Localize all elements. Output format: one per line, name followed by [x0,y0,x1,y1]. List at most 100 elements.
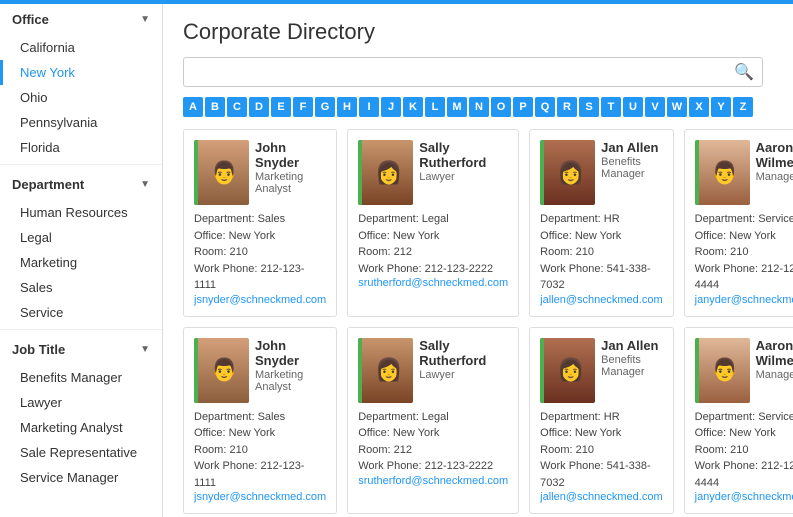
sidebar-section-department[interactable]: Department▼ [0,169,162,200]
alpha-btn-N[interactable]: N [469,97,489,117]
alpha-btn-F[interactable]: F [293,97,313,117]
sidebar-item-sales[interactable]: Sales [0,275,162,300]
alpha-btn-O[interactable]: O [491,97,511,117]
face-placeholder: 👩 [358,140,413,205]
main-content: Corporate Directory 🔍 ABCDEFGHIJKLMNOPQR… [163,4,793,517]
sidebar-item-new-york[interactable]: New York [0,60,162,85]
person-card: 👨 Aaron Wilmes Manager Department: Servi… [684,129,793,317]
avatar: 👩 [358,140,413,205]
alpha-btn-S[interactable]: S [579,97,599,117]
card-jobtitle: Marketing Analyst [255,171,326,195]
card-jobtitle: Benefits Manager [601,354,662,378]
alpha-btn-C[interactable]: C [227,97,247,117]
person-card: 👩 Sally Rutherford Lawyer Department: Le… [347,129,519,317]
card-name: John Snyder [255,338,326,368]
alpha-btn-P[interactable]: P [513,97,533,117]
sidebar-item-benefits-manager[interactable]: Benefits Manager [0,365,162,390]
alpha-btn-T[interactable]: T [601,97,621,117]
search-input[interactable] [192,65,734,80]
alpha-btn-B[interactable]: B [205,97,225,117]
alpha-btn-R[interactable]: R [557,97,577,117]
card-name: Jan Allen [601,140,662,155]
alpha-btn-H[interactable]: H [337,97,357,117]
alpha-btn-E[interactable]: E [271,97,291,117]
sidebar-item-legal[interactable]: Legal [0,225,162,250]
card-header-text: Sally Rutherford Lawyer [419,338,508,381]
search-bar: 🔍 [183,57,763,87]
alpha-btn-J[interactable]: J [381,97,401,117]
search-button[interactable]: 🔍 [734,62,754,82]
cards-grid: 👨 John Snyder Marketing Analyst Departme… [183,129,773,514]
alpha-btn-Z[interactable]: Z [733,97,753,117]
card-top: 👩 Jan Allen Benefits Manager [540,140,662,205]
sidebar-item-pennsylvania[interactable]: Pennsylvania [0,110,162,135]
avatar: 👨 [194,338,249,403]
alpha-btn-D[interactable]: D [249,97,269,117]
card-header-text: Sally Rutherford Lawyer [419,140,508,183]
alpha-btn-V[interactable]: V [645,97,665,117]
card-jobtitle: Lawyer [419,369,508,381]
sidebar-item-california[interactable]: California [0,35,162,60]
alpha-btn-Q[interactable]: Q [535,97,555,117]
card-email[interactable]: janyder@schneckmed.com [695,491,793,503]
sidebar-item-marketing[interactable]: Marketing [0,250,162,275]
sidebar-item-service[interactable]: Service [0,300,162,325]
person-card: 👨 John Snyder Marketing Analyst Departme… [183,327,337,515]
card-name: Aaron Wilmes [756,338,793,368]
card-email[interactable]: jsnyder@schneckmed.com [194,294,326,306]
alpha-btn-Y[interactable]: Y [711,97,731,117]
card-info: Department: Legal Office: New York Room:… [358,409,493,475]
card-header-text: Jan Allen Benefits Manager [601,338,662,378]
card-jobtitle: Manager [756,369,793,381]
green-bar [358,140,362,205]
sidebar-item-service-manager[interactable]: Service Manager [0,465,162,490]
alpha-btn-L[interactable]: L [425,97,445,117]
card-email[interactable]: jallen@schneckmed.com [540,294,662,306]
card-email[interactable]: janyder@schneckmed.com [695,294,793,306]
face-placeholder: 👩 [540,140,595,205]
alpha-btn-A[interactable]: A [183,97,203,117]
card-info: Department: Sales Office: New York Room:… [194,211,326,294]
alpha-btn-I[interactable]: I [359,97,379,117]
card-top: 👨 Aaron Wilmes Manager [695,140,793,205]
face-placeholder: 👩 [540,338,595,403]
card-email[interactable]: srutherford@schneckmed.com [358,475,508,487]
alpha-btn-K[interactable]: K [403,97,423,117]
sidebar-section-label: Office [12,12,49,27]
green-bar [540,338,544,403]
card-email[interactable]: srutherford@schneckmed.com [358,277,508,289]
sidebar-section-office[interactable]: Office▼ [0,4,162,35]
card-email[interactable]: jsnyder@schneckmed.com [194,491,326,503]
card-info: Department: Service Office: New York Roo… [695,409,793,492]
sidebar-item-lawyer[interactable]: Lawyer [0,390,162,415]
card-name: Jan Allen [601,338,662,353]
alpha-btn-M[interactable]: M [447,97,467,117]
sidebar-item-florida[interactable]: Florida [0,135,162,160]
sidebar: Office▼CaliforniaNew YorkOhioPennsylvani… [0,4,163,517]
sidebar-section-jobtitle[interactable]: Job Title▼ [0,334,162,365]
alpha-btn-G[interactable]: G [315,97,335,117]
card-email[interactable]: jallen@schneckmed.com [540,491,662,503]
card-jobtitle: Marketing Analyst [255,369,326,393]
card-top: 👩 Sally Rutherford Lawyer [358,338,508,403]
green-bar [358,338,362,403]
sidebar-item-sale-representative[interactable]: Sale Representative [0,440,162,465]
card-name: Sally Rutherford [419,140,508,170]
card-info: Department: Legal Office: New York Room:… [358,211,493,277]
sidebar-item-ohio[interactable]: Ohio [0,85,162,110]
chevron-down-icon: ▼ [140,179,150,190]
person-card: 👩 Jan Allen Benefits Manager Department:… [529,129,673,317]
sidebar-item-human-resources[interactable]: Human Resources [0,200,162,225]
card-top: 👩 Jan Allen Benefits Manager [540,338,662,403]
alpha-btn-U[interactable]: U [623,97,643,117]
sidebar-item-marketing-analyst[interactable]: Marketing Analyst [0,415,162,440]
card-info: Department: HR Office: New York Room: 21… [540,211,662,294]
alpha-btn-W[interactable]: W [667,97,687,117]
card-info: Department: Sales Office: New York Room:… [194,409,326,492]
card-header-text: Aaron Wilmes Manager [756,338,793,381]
alpha-btn-X[interactable]: X [689,97,709,117]
face-placeholder: 👨 [194,140,249,205]
card-top: 👩 Sally Rutherford Lawyer [358,140,508,205]
face-placeholder: 👨 [194,338,249,403]
card-name: John Snyder [255,140,326,170]
